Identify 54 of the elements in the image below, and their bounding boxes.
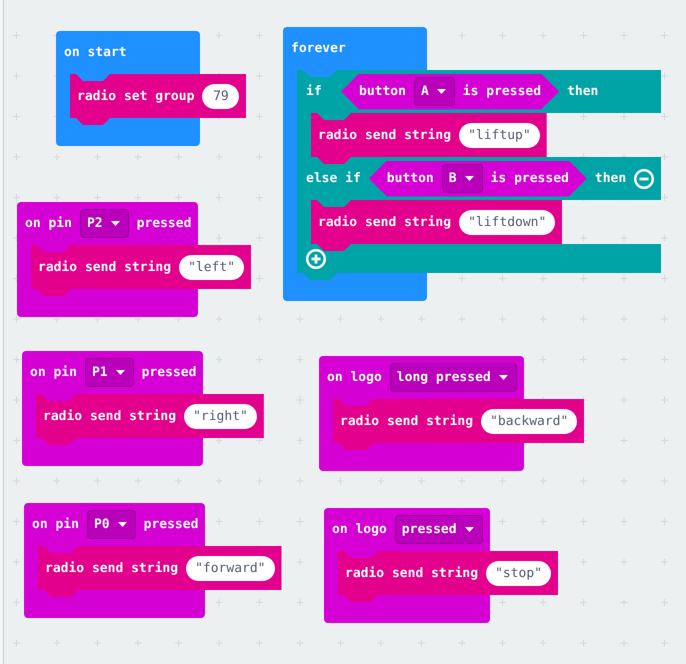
dropdown[interactable]: P0 xyxy=(86,510,136,539)
input-field[interactable]: "stop" xyxy=(486,560,552,586)
block-label: on logo xyxy=(327,370,382,385)
caret-icon xyxy=(118,522,127,527)
dropdown[interactable]: A xyxy=(414,77,455,106)
block-label: on pin xyxy=(30,365,77,380)
condition-block[interactable]: button A is pressed xyxy=(341,74,560,110)
caret-icon xyxy=(116,370,125,375)
block-label: radio send string xyxy=(43,408,176,424)
block-label: radio send string xyxy=(45,560,178,576)
input-field[interactable]: "backward" xyxy=(481,408,578,434)
caret-icon xyxy=(498,375,508,380)
plus-icon[interactable] xyxy=(306,248,326,268)
dropdown[interactable]: P2 xyxy=(80,209,129,238)
block-label: pressed xyxy=(142,365,196,380)
block-label: pressed xyxy=(136,216,192,231)
input-field[interactable]: 79 xyxy=(202,84,240,108)
block-label: radio send string xyxy=(318,128,452,142)
block-label: on logo xyxy=(332,522,387,537)
block-label: is pressed xyxy=(462,84,542,99)
input-field[interactable]: "left" xyxy=(179,254,244,280)
input-field[interactable]: "forward" xyxy=(186,556,275,580)
input-field[interactable]: "right" xyxy=(184,404,257,428)
dropdown[interactable]: pressed xyxy=(394,515,483,544)
block-label: pressed xyxy=(144,517,198,532)
block-label: else if xyxy=(306,171,361,186)
minus-icon[interactable] xyxy=(634,168,654,188)
condition-block[interactable]: button B is pressed xyxy=(368,160,587,196)
caret-icon xyxy=(110,221,120,226)
block-label: forever xyxy=(291,41,346,56)
block-label: radio send string xyxy=(340,414,474,428)
block-label: button xyxy=(386,171,434,186)
if-block[interactable]: if button A is pressed then radio send string "liftup" else if button B is pressed then radio send string "liftdown" xyxy=(297,70,662,280)
event-block[interactable]: forever if button A is pressed then radio send string "liftup" else if button B is pressed then radio send string "liftdown" xyxy=(283,27,662,301)
block-label: on pin xyxy=(32,517,79,532)
caret-icon xyxy=(436,89,446,94)
caret-icon xyxy=(464,176,474,181)
input-field[interactable]: "liftup" xyxy=(459,122,540,148)
block-label: then xyxy=(567,84,598,99)
block-label: on pin xyxy=(25,216,72,231)
block-label: radio send string xyxy=(318,214,452,230)
caret-icon xyxy=(464,527,474,532)
block-label: radio set group xyxy=(77,88,194,104)
dropdown[interactable]: P1 xyxy=(84,358,134,387)
block-label: on start xyxy=(64,45,127,60)
block-label: button xyxy=(359,84,406,99)
input-field[interactable]: "liftdown" xyxy=(459,210,556,234)
block-label: then xyxy=(594,171,626,186)
block-label: is pressed xyxy=(490,171,569,186)
dropdown[interactable]: B xyxy=(442,164,483,193)
block-label: radio send string xyxy=(345,566,478,580)
block-label: if xyxy=(306,84,323,99)
block-label: radio send string xyxy=(38,260,172,274)
dropdown[interactable]: long pressed xyxy=(390,363,517,392)
